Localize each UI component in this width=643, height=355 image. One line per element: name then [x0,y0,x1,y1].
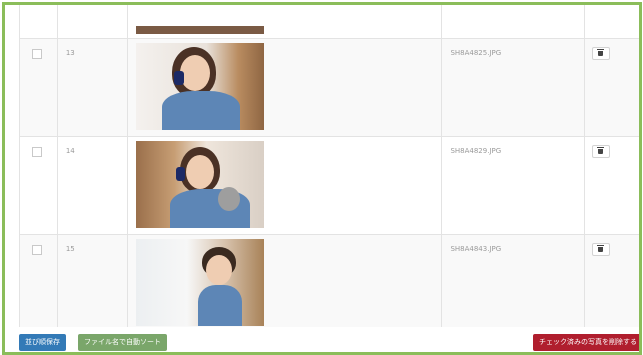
table-row: 15 SH8A4843.JPG [19,234,639,333]
photo-table: 13 SH8A4825.JPG 14 SH8A4829.JPG 15 SH8A4… [19,5,639,333]
table-row: 13 SH8A4825.JPG [19,38,639,137]
photo-filename: SH8A4843.JPG [450,245,502,253]
row-number: 15 [65,245,75,253]
trash-icon [597,147,605,154]
table-row: 14 SH8A4829.JPG [19,136,639,235]
photo-thumbnail[interactable] [136,239,265,326]
row-number: 13 [65,49,75,57]
row-checkbox[interactable] [32,49,42,59]
save-order-button[interactable]: 並び順保存 [19,334,66,351]
delete-checked-button[interactable]: チェック済みの写真を削除する [533,334,639,351]
photo-thumbnail[interactable] [136,5,265,34]
photo-thumbnail[interactable] [136,141,265,228]
photo-thumbnail[interactable] [136,43,265,130]
auto-sort-button[interactable]: ファイル名で自動ソート [78,334,167,351]
photo-filename: SH8A4825.JPG [450,49,502,57]
row-checkbox[interactable] [32,147,42,157]
row-checkbox[interactable] [32,245,42,255]
row-number: 14 [65,147,75,155]
photo-filename: SH8A4829.JPG [450,147,502,155]
photo-list-panel: 13 SH8A4825.JPG 14 SH8A4829.JPG 15 SH8A4… [2,2,642,355]
action-bar: 並び順保存 ファイル名で自動ソート チェック済みの写真を削除する [5,327,639,352]
delete-row-button[interactable] [591,243,610,256]
trash-icon [597,245,605,252]
table-row [19,5,639,39]
delete-row-button[interactable] [591,145,610,158]
trash-icon [597,49,605,56]
delete-row-button[interactable] [591,47,610,60]
